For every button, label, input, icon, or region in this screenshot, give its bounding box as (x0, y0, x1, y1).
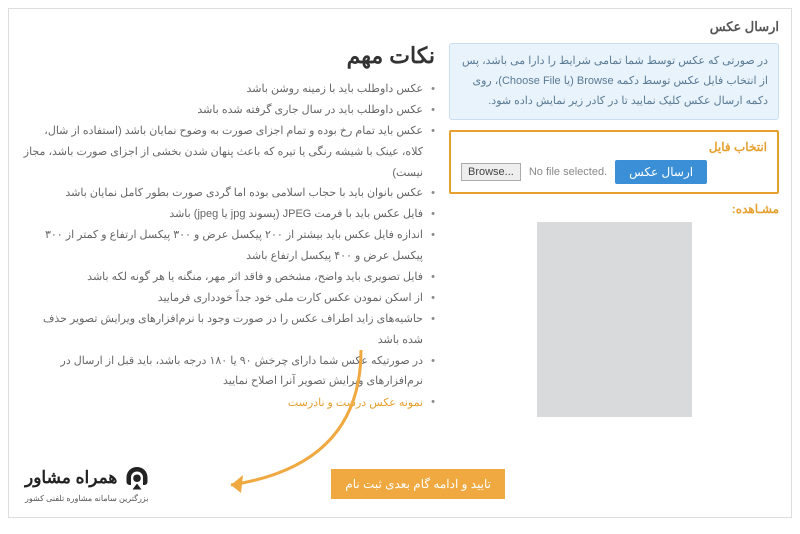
preview-label: مشـاهده: (449, 202, 779, 216)
notes-list: عکس داوطلب باید با زمینه روشن باشد عکس د… (21, 79, 435, 392)
brand-name: همراه مشاور (25, 468, 117, 487)
no-file-text: No file selected. (529, 166, 607, 178)
browse-button[interactable]: Browse... (461, 163, 521, 181)
note-item: عکس داوطلب باید با زمینه روشن باشد (21, 79, 435, 100)
preview-box (537, 222, 692, 417)
notes-title: نکات مهم (21, 43, 435, 69)
file-select-box: انتخاب فایل Browse... No file selected. … (449, 130, 779, 194)
note-item: عکس داوطلب باید در سال جاری گرفته شده با… (21, 100, 435, 121)
brand-tagline: بزرگترین سامانه مشاوره تلفنی کشور (25, 494, 152, 503)
note-item: عکس باید تمام رخ بوده و تمام اجزای صورت … (21, 121, 435, 184)
note-item: اندازه فایل عکس باید بیشتر از ۲۰۰ پیکسل … (21, 225, 435, 267)
sample-link[interactable]: نمونه عکس درست و نادرست (288, 396, 435, 409)
file-select-label: انتخاب فایل (461, 140, 767, 154)
note-item: عکس بانوان باید با حجاب اسلامی بوده اما … (21, 183, 435, 204)
note-item: در صورتیکه عکس شما دارای چرخش ۹۰ یا ۱۸۰ … (21, 351, 435, 393)
phone-headset-icon (122, 464, 152, 494)
brand-logo: همراه مشاور بزرگترین سامانه مشاوره تلفنی… (25, 464, 152, 503)
note-item: از اسکن نمودن عکس کارت ملی خود جداً خودد… (21, 288, 435, 309)
page-title: ارسال عکس (21, 19, 779, 35)
send-photo-button[interactable]: ارسال عکس (615, 160, 707, 184)
note-item: فایل تصویری باید واضح، مشخص و فاقد اثر م… (21, 267, 435, 288)
confirm-next-button[interactable]: تایید و ادامه گام بعدی ثبت نام (331, 469, 505, 499)
note-item: فایل عکس باید با فرمت JPEG (پسوند jpg یا… (21, 204, 435, 225)
info-box: در صورتی که عکس توسط شما تمامی شرایط را … (449, 43, 779, 120)
note-item: حاشیه‌های زاید اطراف عکس را در صورت وجود… (21, 309, 435, 351)
